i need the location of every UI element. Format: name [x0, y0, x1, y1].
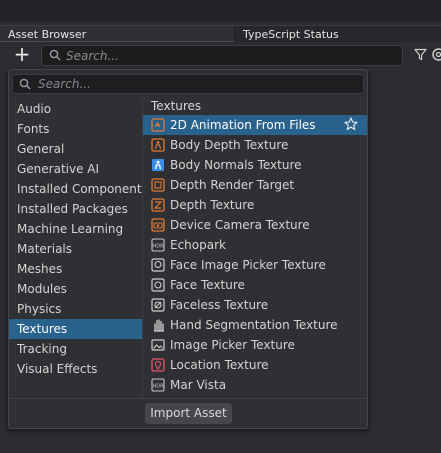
asset-search-box [41, 45, 403, 66]
asset-item-2d-animation[interactable]: 2D Animation From Files [143, 115, 367, 135]
asset-item-image-picker-texture[interactable]: Image Picker Texture [143, 335, 367, 355]
face-image-icon [151, 258, 165, 272]
asset-item-faceless-texture[interactable]: Faceless Texture [143, 295, 367, 315]
face-icon [151, 278, 165, 292]
asset-item-label: Face Image Picker Texture [170, 258, 326, 272]
asset-item-label: Body Normals Texture [170, 158, 302, 172]
asset-search-input[interactable] [66, 47, 396, 64]
search-icon [49, 49, 61, 64]
asset-item-mar-vista[interactable]: HDR Mar Vista [143, 375, 367, 395]
gear-icon[interactable] [431, 47, 441, 65]
category-item-installed-packages[interactable]: Installed Packages [9, 199, 142, 219]
category-item-modules[interactable]: Modules [9, 279, 142, 299]
hand-icon [151, 318, 165, 332]
asset-item-label: Faceless Texture [170, 298, 269, 312]
asset-item-location-texture[interactable]: Location Texture [143, 355, 367, 375]
asset-item-label: Mar Vista [170, 378, 227, 392]
tab-asset-browser[interactable]: Asset Browser [0, 25, 234, 42]
top-strip [0, 0, 441, 22]
add-asset-button[interactable]: + [13, 43, 31, 65]
import-asset-button[interactable]: Import Asset [145, 403, 232, 424]
filter-icon[interactable] [414, 48, 427, 64]
asset-item-label: 2D Animation From Files [170, 118, 316, 132]
category-item-tracking[interactable]: Tracking [9, 339, 142, 359]
asset-item-label: Depth Texture [170, 198, 255, 212]
section-header: Textures [151, 99, 202, 113]
tab-typescript-status-label: TypeScript Status [243, 28, 339, 41]
star-icon[interactable] [344, 117, 358, 137]
camera-icon [151, 218, 165, 232]
asset-item-echopark[interactable]: HDR Echopark [143, 235, 367, 255]
asset-item-label: Echopark [170, 238, 226, 252]
asset-item-body-depth-texture[interactable]: Body Depth Texture [143, 135, 367, 155]
category-item-generative-ai[interactable]: Generative AI [9, 159, 142, 179]
category-item-general[interactable]: General [9, 139, 142, 159]
asset-item-face-texture[interactable]: Face Texture [143, 275, 367, 295]
asset-item-hand-segmentation-texture[interactable]: Hand Segmentation Texture [143, 315, 367, 335]
asset-item-label: Image Picker Texture [170, 338, 295, 352]
category-item-materials[interactable]: Materials [9, 239, 142, 259]
asset-item-label: Hand Segmentation Texture [170, 318, 338, 332]
faceless-icon [151, 298, 165, 312]
svg-text:HDR: HDR [152, 244, 164, 250]
asset-item-label: Face Texture [170, 278, 245, 292]
tab-asset-browser-label: Asset Browser [8, 28, 87, 41]
search-icon [19, 78, 31, 93]
location-icon [151, 358, 165, 372]
svg-text:HDR: HDR [152, 384, 164, 390]
asset-item-label: Device Camera Texture [170, 218, 310, 232]
depth-render-icon [151, 178, 165, 192]
hdr-icon: HDR [151, 378, 165, 392]
asset-item-face-image-picker-texture[interactable]: Face Image Picker Texture [143, 255, 367, 275]
category-item-textures[interactable]: Textures [9, 319, 142, 339]
depth-texture-icon [151, 198, 165, 212]
category-item-installed-components[interactable]: Installed Components [9, 179, 142, 199]
asset-item-device-camera-texture[interactable]: Device Camera Texture [143, 215, 367, 235]
asset-list: 2D Animation From Files Body Depth Textu… [143, 115, 367, 395]
category-item-machine-learning[interactable]: Machine Learning [9, 219, 142, 239]
body-depth-icon [151, 138, 165, 152]
category-item-meshes[interactable]: Meshes [9, 259, 142, 279]
popup-search-input[interactable] [38, 76, 358, 92]
category-item-audio[interactable]: Audio [9, 99, 142, 119]
asset-item-label: Location Texture [170, 358, 269, 372]
asset-item-label: Body Depth Texture [170, 138, 289, 152]
hdr-icon: HDR [151, 238, 165, 252]
category-item-fonts[interactable]: Fonts [9, 119, 142, 139]
image-picker-icon [151, 338, 165, 352]
category-list: Audio Fonts General Generative AI Instal… [9, 99, 142, 379]
popup-footer-divider [9, 398, 367, 399]
asset-item-label: Depth Render Target [170, 178, 295, 192]
body-normals-icon [151, 158, 165, 172]
animation-icon [151, 118, 165, 132]
category-item-visual-effects[interactable]: Visual Effects [9, 359, 142, 379]
asset-item-depth-render-target[interactable]: Depth Render Target [143, 175, 367, 195]
tab-typescript-status[interactable]: TypeScript Status [234, 25, 441, 42]
asset-item-body-normals-texture[interactable]: Body Normals Texture [143, 155, 367, 175]
asset-item-depth-texture[interactable]: Depth Texture [143, 195, 367, 215]
category-item-physics[interactable]: Physics [9, 299, 142, 319]
popup-search-box [12, 74, 364, 94]
